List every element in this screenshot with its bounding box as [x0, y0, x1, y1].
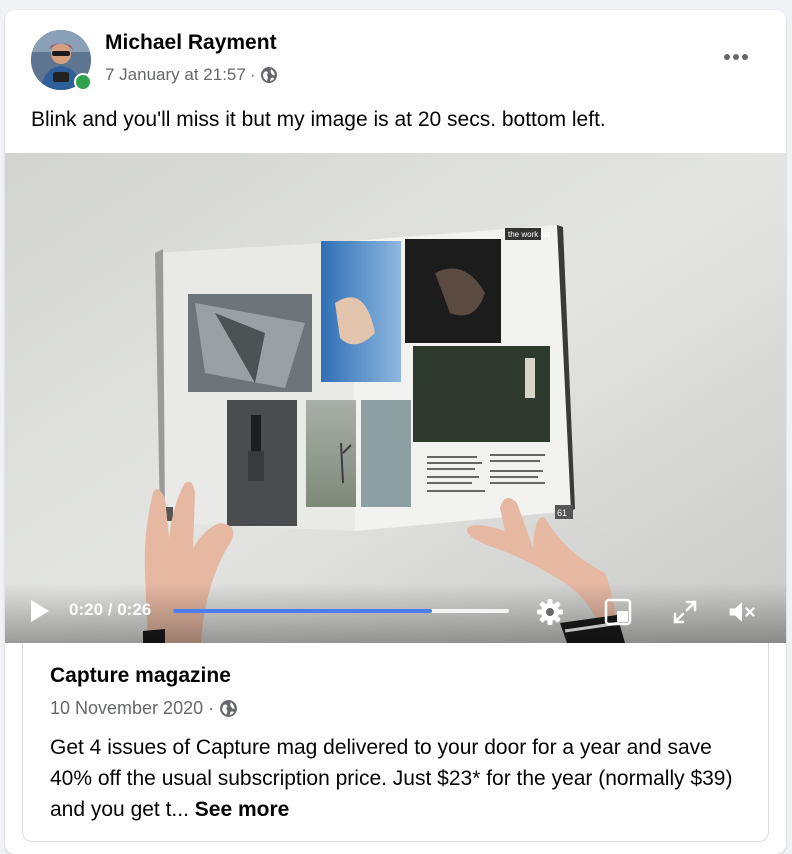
time-separator: / — [107, 600, 118, 619]
post-card: Michael Rayment 7 January at 21:57 · Bli… — [5, 10, 786, 854]
video-frame: the work art 60 61 — [5, 153, 786, 643]
globe-icon[interactable] — [219, 699, 238, 718]
link-preview[interactable]: Capture magazine 10 November 2020 · Get … — [22, 643, 769, 842]
dot-icon — [724, 54, 730, 60]
post-meta: 7 January at 21:57 · — [105, 65, 278, 85]
current-time: 0:20 — [69, 600, 104, 619]
page-number-right: 61 — [557, 508, 567, 518]
link-preview-meta: 10 November 2020 · — [50, 698, 238, 719]
author-name[interactable]: Michael Rayment — [105, 31, 277, 55]
duration: 0:26 — [117, 600, 152, 619]
link-preview-date[interactable]: 10 November 2020 — [50, 698, 203, 719]
post-timestamp[interactable]: 7 January at 21:57 — [105, 65, 246, 85]
more-options-button[interactable] — [724, 54, 748, 60]
link-meta-separator: · — [208, 698, 215, 718]
dot-icon — [733, 54, 739, 60]
magazine-tag: the work art — [508, 230, 551, 239]
muted-speaker-icon[interactable] — [727, 597, 757, 627]
progress-bar[interactable] — [173, 609, 509, 613]
progress-fill — [173, 609, 432, 613]
globe-icon[interactable] — [260, 66, 278, 84]
picture-in-picture-icon[interactable] — [603, 597, 633, 627]
dot-icon — [742, 54, 748, 60]
link-preview-title[interactable]: Capture magazine — [50, 664, 231, 688]
link-preview-text: Get 4 issues of Capture mag delivered to… — [50, 736, 733, 821]
meta-separator: · — [249, 65, 256, 84]
video-time: 0:20 / 0:26 — [69, 600, 151, 620]
link-preview-body: Get 4 issues of Capture mag delivered to… — [50, 732, 750, 825]
online-status-dot — [74, 73, 92, 91]
video-controls: 0:20 / 0:26 — [5, 583, 786, 643]
see-more-link[interactable]: See more — [195, 798, 290, 821]
video-player[interactable]: the work art 60 61 0:20 / 0:26 — [5, 153, 786, 643]
play-icon[interactable] — [29, 598, 51, 624]
expand-icon[interactable] — [670, 597, 700, 627]
post-text: Blink and you'll miss it but my image is… — [31, 108, 606, 131]
gear-icon[interactable] — [535, 597, 565, 627]
